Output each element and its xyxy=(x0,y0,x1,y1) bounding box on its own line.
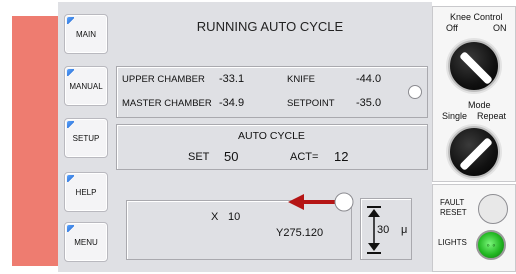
mode-single-label: Single xyxy=(442,111,468,121)
auto-cycle-heading: AUTO CYCLE xyxy=(238,130,305,142)
knee-on-label: ON xyxy=(493,23,507,33)
knife-value: -44.0 xyxy=(356,73,382,85)
position-slider[interactable] xyxy=(286,191,356,213)
act-value: 12 xyxy=(334,149,349,164)
corner-marker-icon xyxy=(67,17,74,24)
y-value: Y275.120 xyxy=(276,227,324,239)
knee-control-knob[interactable] xyxy=(448,40,500,92)
master-chamber-value: -34.9 xyxy=(219,97,245,109)
knob-pointer xyxy=(459,137,493,171)
corner-marker-icon xyxy=(67,225,74,232)
nav-menu-label: MENU xyxy=(74,237,98,247)
page-title: RUNNING AUTO CYCLE xyxy=(196,19,344,34)
lights-button[interactable]: ◦ ◦ xyxy=(476,230,506,260)
mode-selector-knob[interactable] xyxy=(448,126,500,178)
knee-off-label: Off xyxy=(446,23,458,33)
nav-main-button[interactable]: MAIN xyxy=(64,14,108,54)
set-value: 50 xyxy=(224,149,239,164)
knife-label: KNIFE xyxy=(287,74,315,85)
thickness-value[interactable]: 30 xyxy=(377,224,389,236)
arrow-left-icon xyxy=(288,194,304,210)
x-value: 10 xyxy=(228,211,241,223)
setpoint-value: -35.0 xyxy=(356,97,382,109)
setpoint-label: SETPOINT xyxy=(287,98,335,109)
corner-marker-icon xyxy=(67,121,74,128)
nav-menu-button[interactable]: MENU xyxy=(64,222,108,262)
mode-repeat-label: Repeat xyxy=(477,111,507,121)
nav-manual-label: MANUAL xyxy=(69,81,103,91)
nav-setup-button[interactable]: SETUP xyxy=(64,118,108,158)
corner-marker-icon xyxy=(67,69,74,76)
slider-handle[interactable] xyxy=(334,192,354,212)
upper-chamber-label: UPPER CHAMBER xyxy=(122,74,205,85)
mode-title: Mode xyxy=(468,100,491,110)
fault-label: FAULT xyxy=(440,198,465,207)
status-indicator-light xyxy=(408,85,422,99)
nav-manual-button[interactable]: MANUAL xyxy=(64,66,108,106)
set-label: SET xyxy=(188,151,210,163)
nav-help-label: HELP xyxy=(75,187,97,197)
act-label: ACT= xyxy=(290,151,319,163)
side-accent-bar xyxy=(12,16,60,266)
corner-marker-icon xyxy=(67,175,74,182)
nav-setup-label: SETUP xyxy=(72,133,100,143)
lights-power-icon: ◦ ◦ xyxy=(486,240,496,250)
lights-label: LIGHTS xyxy=(438,238,467,247)
master-chamber-label: MASTER CHAMBER xyxy=(122,98,212,109)
fault-reset-button[interactable] xyxy=(478,194,508,224)
thickness-unit: μ xyxy=(401,224,408,236)
reset-label: RESET xyxy=(440,208,467,217)
knee-control-title: Knee Control xyxy=(450,12,503,22)
upper-chamber-value: -33.1 xyxy=(219,73,245,85)
nav-help-button[interactable]: HELP xyxy=(64,172,108,212)
x-label: X xyxy=(211,211,219,223)
knob-pointer xyxy=(459,51,493,85)
nav-main-label: MAIN xyxy=(76,29,96,39)
